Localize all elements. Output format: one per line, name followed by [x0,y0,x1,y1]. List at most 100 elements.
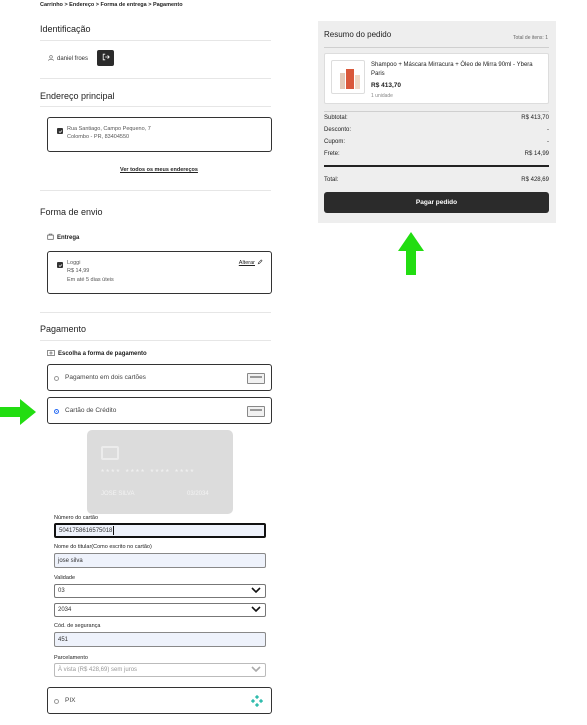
shipping-option-card[interactable]: Loggi R$ 14,99 Em até 5 dias úteis Alter… [47,251,272,294]
discount-label: Desconto: [324,127,352,133]
shipping-checkbox[interactable] [57,262,63,268]
coupon-row: Cupom: - [324,139,549,145]
pix-label: PIX [65,697,76,704]
holder-input[interactable]: jose silva [54,553,266,568]
shipping-subtitle-row: Entrega [47,233,79,242]
shipping-price: R$ 14,99 [67,268,90,274]
identification-title: Identificação [40,24,91,34]
divider [324,47,549,48]
card-chip-icon [101,446,119,460]
subtotal-row: Subtotal: R$ 413,70 [324,115,549,121]
payment-option-pix[interactable]: PIX [47,687,272,714]
chevron-down-icon [251,587,261,595]
year-select[interactable]: 2034 [54,603,266,617]
installments-value: À vista (R$ 428,69) sem juros [58,667,138,673]
green-arrow-right-icon [0,398,37,428]
pix-icon [250,694,264,709]
shipping-title: Forma de envio [40,207,103,217]
shipping-fee-label: Frete: [324,151,340,157]
cvv-value: 451 [58,636,69,643]
divider [40,340,271,341]
card-number-value: 5041758616575018 [59,527,113,534]
shipping-fee-value: R$ 14,99 [524,151,549,157]
chevron-down-icon [251,666,261,674]
month-select[interactable]: 03 [54,584,266,598]
payment-subtitle: Escolha a forma de pagamento [58,351,147,357]
card-preview-holder: JOSE SILVA [101,491,135,497]
product-bottle-shape [355,75,360,89]
validity-label: Validade [54,575,75,581]
two-cards-label: Pagamento em dois cartões [65,374,146,381]
change-shipping-label: Alterar [238,260,255,266]
payment-title: Pagamento [40,324,87,334]
payment-subtitle-row: Escolha a forma de pagamento [47,350,147,358]
total-label: Total: [324,177,339,183]
subtotal-label: Subtotal: [324,115,348,121]
divider [40,40,271,41]
address-card[interactable]: Rua Santiago, Campo Pequeno, 7 Colombo -… [47,117,272,152]
product-bottle-shape [346,69,354,89]
installments-select[interactable]: À vista (R$ 428,69) sem juros [54,663,266,677]
subtotal-value: R$ 413,70 [521,115,549,121]
credit-card-radio[interactable] [54,409,59,414]
product-bottle-shape [340,73,345,89]
green-arrow-up-icon [397,231,425,277]
cvv-label: Cód. de segurança [54,623,101,629]
address-checkbox[interactable] [57,128,63,134]
product-name: Shampoo + Máscara Mirracura + Óleo de Mi… [371,62,533,77]
discount-row: Desconto: - [324,127,549,133]
cvv-input[interactable]: 451 [54,632,266,647]
card-preview-expiry: 03/2034 [187,491,209,497]
coupon-value: - [547,139,549,145]
pay-order-button[interactable]: Pagar pedido [324,192,549,213]
holder-label: Nome do titular(Como escrito no cartão) [54,544,152,550]
total-value: R$ 428,69 [521,177,549,183]
user-name: daniel froes [57,56,89,62]
divider [40,312,271,313]
package-icon [47,233,54,242]
change-shipping-link[interactable]: Alterar [239,259,263,267]
product-quantity: 1 unidade [371,93,393,99]
product-card[interactable]: Shampoo + Máscara Mirracura + Óleo de Mi… [324,53,549,104]
discount-value: - [547,127,549,133]
money-icon [47,350,55,358]
total-row: Total: R$ 428,69 [324,177,549,183]
divider [40,78,271,79]
pix-radio[interactable] [54,699,59,704]
credit-card-label: Cartão de Crédito [65,407,117,414]
divider [40,190,271,191]
holder-value: jose silva [58,557,83,564]
divider [40,106,271,107]
order-summary-panel: Resumo do pedido Total de itens: 1 Shamp… [318,21,556,223]
card-number-input[interactable]: 5041758616575018 [54,523,266,538]
user-icon [48,55,54,63]
two-cards-radio[interactable] [54,376,59,381]
breadcrumb: Carrinho > Endereço > Forma de entrega >… [40,2,183,8]
shipping-row: Frete: R$ 14,99 [324,151,549,157]
card-preview-number: **** **** **** **** [101,468,196,477]
payment-option-credit-card[interactable]: Cartão de Crédito [47,397,272,424]
card-number-label: Número do cartão [54,515,99,521]
text-cursor [113,526,115,535]
shipping-carrier: Loggi [67,260,81,266]
coupon-label: Cupom: [324,139,346,145]
address-line-1: Rua Santiago, Campo Pequeno, 7 [67,126,151,132]
summary-total-items: Total de itens: 1 [512,35,548,41]
installments-label: Parcelamento [54,655,88,661]
product-price: R$ 413,70 [371,82,401,89]
month-value: 03 [58,588,65,594]
credit-card-icon [247,406,265,417]
payment-option-two-cards[interactable]: Pagamento em dois cartões [47,364,272,391]
shipping-eta: Em até 5 dias úteis [67,277,114,283]
credit-card-icon [247,373,265,384]
logout-button[interactable] [97,50,114,66]
see-all-addresses-link[interactable]: Ver todos os meus endereços [120,167,198,173]
shipping-subtitle: Entrega [57,234,80,241]
divider [324,111,549,112]
address-line-2: Colombo - PR, 83404550 [67,134,130,140]
user-row: daniel froes [48,55,88,63]
year-value: 2034 [58,607,72,613]
chevron-down-icon [251,606,261,614]
divider [324,165,549,167]
logout-icon [102,53,110,63]
